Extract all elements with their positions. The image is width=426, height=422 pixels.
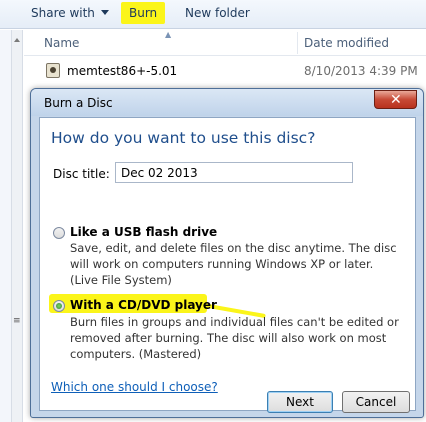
scroll-grip-icon[interactable]: ≡: [13, 317, 21, 326]
chevron-down-icon: [100, 10, 109, 15]
file-date-modified: 8/10/2013 4:39 PM: [304, 64, 418, 78]
disc-image-file-icon: [46, 63, 60, 78]
usb-flash-drive-option-title[interactable]: Like a USB flash drive: [70, 225, 217, 239]
explorer-toolbar: Share with Burn New folder: [0, 0, 426, 29]
column-header-name[interactable]: Name: [44, 36, 79, 50]
cd-dvd-player-radio[interactable]: [53, 300, 65, 312]
close-button[interactable]: ✕: [374, 90, 417, 109]
dialog-content: How do you want to use this disc? Disc t…: [39, 117, 416, 411]
disc-title-label: Disc title:: [53, 167, 110, 181]
share-with-button[interactable]: Share with: [31, 6, 109, 20]
file-row[interactable]: memtest86+-5.01 8/10/2013 4:39 PM: [24, 60, 426, 82]
column-divider[interactable]: [297, 32, 298, 54]
next-button[interactable]: Next: [267, 391, 333, 413]
dialog-heading: How do you want to use this disc?: [51, 129, 316, 147]
disc-title-input[interactable]: [115, 162, 353, 183]
close-icon: ✕: [390, 92, 402, 108]
burn-disc-dialog: Burn a Disc ✕ How do you want to use thi…: [30, 88, 424, 418]
which-one-help-link[interactable]: Which one should I choose?: [51, 380, 218, 394]
cancel-button[interactable]: Cancel: [342, 391, 410, 413]
column-header-date-modified[interactable]: Date modified: [304, 36, 389, 50]
share-with-label: Share with: [31, 6, 95, 20]
file-name: memtest86+-5.01: [67, 64, 178, 78]
usb-flash-drive-radio[interactable]: [53, 227, 65, 239]
scroll-up-arrow-icon[interactable]: [14, 38, 20, 42]
cd-dvd-player-option-title[interactable]: With a CD/DVD player: [70, 298, 217, 312]
dialog-titlebar[interactable]: Burn a Disc ✕: [31, 89, 423, 116]
cd-dvd-player-option-description: Burn files in groups and individual file…: [70, 315, 399, 361]
column-headers: ▲ Name Date modified: [24, 30, 426, 56]
new-folder-button[interactable]: New folder: [185, 6, 250, 20]
usb-flash-drive-option-description: Save, edit, and delete files on the disc…: [70, 241, 397, 287]
nav-scrollbar[interactable]: ≡: [11, 30, 23, 422]
navigation-pane: [0, 30, 11, 422]
dialog-title: Burn a Disc: [44, 96, 113, 110]
burn-button[interactable]: Burn: [121, 2, 166, 24]
sort-ascending-icon: ▲: [165, 30, 172, 39]
